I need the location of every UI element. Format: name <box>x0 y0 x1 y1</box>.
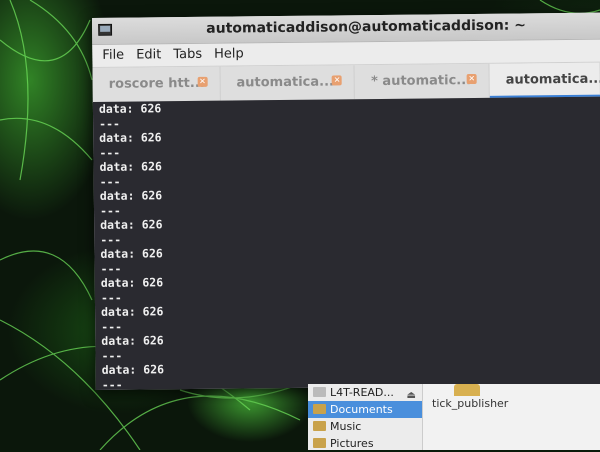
drive-icon <box>313 387 326 397</box>
tab-automatica-1[interactable]: automatica... ✕ <box>220 65 356 101</box>
output-lines: data: 626 --- data: 626 --- data: 626 --… <box>93 97 600 390</box>
title-bar[interactable]: automaticaddison@automaticaddison: ~ <box>92 12 600 45</box>
close-icon[interactable]: ✕ <box>332 75 343 86</box>
sidebar-item-label: Documents <box>330 403 393 416</box>
menu-edit[interactable]: Edit <box>130 44 167 66</box>
folder-icon <box>313 404 326 414</box>
menu-tabs[interactable]: Tabs <box>167 44 208 66</box>
window-title: automaticaddison@automaticaddison: ~ <box>206 17 527 37</box>
file-icon[interactable] <box>454 384 480 396</box>
close-icon[interactable]: ✕ <box>197 76 208 87</box>
sidebar-item-drive[interactable]: L4T-READ... ⏏ <box>308 384 422 401</box>
sidebar-item-label: L4T-READ... <box>330 386 394 399</box>
sidebar-item-label: Music <box>330 420 362 433</box>
tab-roscore[interactable]: roscore htt... ✕ <box>92 66 221 102</box>
menu-help[interactable]: Help <box>208 43 250 65</box>
tab-label: roscore htt... <box>108 75 205 92</box>
tab-automatic-2[interactable]: * automatic... ✕ <box>354 63 490 100</box>
file-item-label[interactable]: tick_publisher <box>432 398 508 410</box>
sidebar-item-documents[interactable]: Documents <box>308 401 422 418</box>
sidebar-item-pictures[interactable]: Pictures <box>308 435 422 452</box>
sidebar-item-music[interactable]: Music <box>308 418 422 435</box>
sidebar-item-label: Pictures <box>330 437 374 450</box>
tab-label: * automatic... <box>370 73 472 90</box>
folder-icon <box>313 421 326 431</box>
folder-icon <box>313 438 326 448</box>
tab-label: automatica... <box>505 71 600 88</box>
places-sidebar: L4T-READ... ⏏ Documents Music Pictures <box>308 384 423 450</box>
tab-automatica-active[interactable]: automatica... <box>489 62 600 98</box>
tab-label: automatica... <box>236 74 334 91</box>
menu-file[interactable]: File <box>96 45 130 67</box>
terminal-output[interactable]: data: 626 --- data: 626 --- data: 626 --… <box>92 96 600 390</box>
file-manager-window[interactable]: L4T-READ... ⏏ Documents Music Pictures t… <box>308 384 600 450</box>
terminal-window[interactable]: automaticaddison@automaticaddison: ~ Fil… <box>92 12 600 390</box>
close-icon[interactable]: ✕ <box>466 73 477 85</box>
